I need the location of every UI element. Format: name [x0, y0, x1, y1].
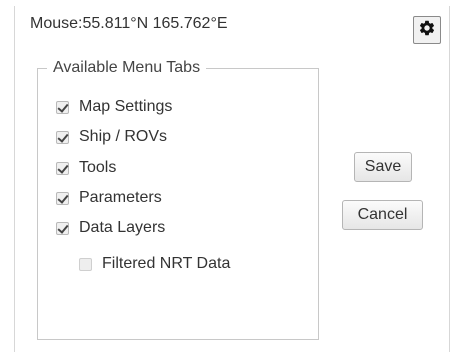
option-data-layers[interactable]: Data Layers — [56, 219, 165, 237]
option-tools[interactable]: Tools — [56, 159, 116, 177]
option-parameters[interactable]: Parameters — [56, 189, 162, 207]
option-label: Ship / ROVs — [79, 128, 168, 145]
mouse-label: Mouse: — [30, 15, 83, 32]
save-button[interactable]: Save — [354, 152, 412, 182]
map-settings-checkbox[interactable] — [56, 100, 69, 114]
option-label: Filtered NRT Data — [102, 255, 231, 272]
mouse-position-readout: Mouse:55.811°N 165.762°E — [30, 15, 228, 33]
filtered-nrt-data-checkbox — [79, 257, 92, 271]
option-map-settings[interactable]: Map Settings — [56, 98, 172, 116]
option-ship-rovs[interactable]: Ship / ROVs — [56, 128, 167, 146]
option-label: Data Layers — [79, 219, 166, 236]
option-label: Tools — [79, 159, 117, 176]
gear-icon — [418, 19, 436, 42]
settings-button[interactable] — [413, 16, 441, 44]
available-menu-tabs-legend: Available Menu Tabs — [53, 59, 201, 76]
mouse-coordinates: 55.811°N 165.762°E — [82, 15, 228, 32]
cancel-button[interactable]: Cancel — [342, 200, 423, 230]
option-label: Parameters — [79, 189, 162, 206]
option-label: Map Settings — [79, 98, 173, 115]
option-filtered-nrt-data: Filtered NRT Data — [79, 255, 230, 273]
ship-rovs-checkbox[interactable] — [56, 130, 69, 144]
tools-checkbox[interactable] — [56, 161, 69, 175]
data-layers-checkbox[interactable] — [56, 221, 69, 235]
parameters-checkbox[interactable] — [56, 191, 69, 205]
